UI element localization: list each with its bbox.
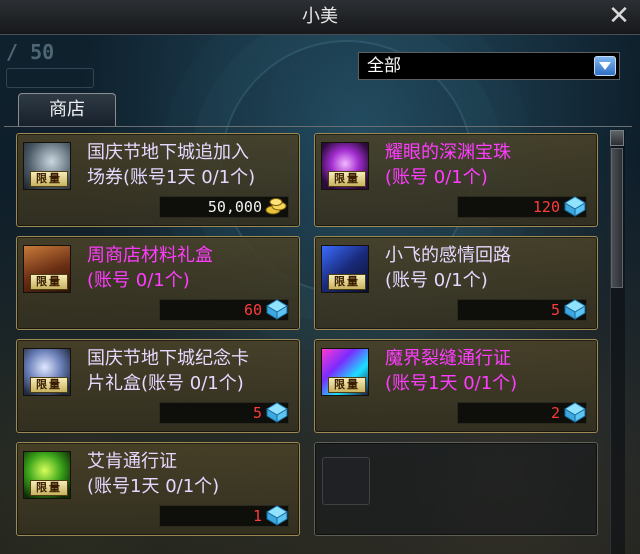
limited-badge: 限量: [30, 274, 68, 290]
green-pass-icon: 限量: [23, 451, 71, 499]
limited-badge: 限量: [30, 377, 68, 393]
limited-badge: 限量: [328, 274, 366, 290]
shop-item-card[interactable]: 限量 周商店材料礼盒 (账号 0/1个) 60: [16, 236, 300, 330]
cera-gem-icon: [564, 402, 586, 423]
title-bar: 小美 ✕: [0, 0, 640, 35]
shop-item-card[interactable]: 限量 国庆节地下城追加入 场券(账号1天 0/1个) 50,000: [16, 133, 300, 227]
item-price: 50,000: [207, 198, 262, 216]
shop-item-card[interactable]: 限量 魔界裂缝通行证 (账号1天 0/1个) 2: [314, 339, 598, 433]
tab-shop-label: 商店: [49, 99, 85, 120]
item-price: 1: [252, 507, 262, 525]
price-box: 2: [457, 402, 587, 424]
circuit-icon: 限量: [321, 245, 369, 293]
ticket-icon: 限量: [23, 142, 71, 190]
empty-slot: [322, 457, 370, 505]
shop-item-card[interactable]: 限量 小飞的感情回路 (账号 0/1个) 5: [314, 236, 598, 330]
page-indicator: / 50: [6, 40, 94, 90]
category-dropdown[interactable]: 全部: [358, 52, 620, 80]
shop-item-card[interactable]: 限量 艾肯通行证 (账号1天 0/1个) 1: [16, 442, 300, 536]
item-price: 2: [550, 404, 560, 422]
window-title: 小美: [302, 6, 338, 27]
item-name: 周商店材料礼盒 (账号 0/1个): [87, 245, 213, 291]
shop-item-card[interactable]: 限量 耀眼的深渊宝珠 (账号 0/1个) 120: [314, 133, 598, 227]
price-box: 120: [457, 196, 587, 218]
cera-gem-icon: [266, 505, 288, 526]
tab-divider: [4, 126, 632, 127]
price-box: 5: [457, 299, 587, 321]
price-box: 50,000: [159, 196, 289, 218]
item-name: 魔界裂缝通行证 (账号1天 0/1个): [385, 348, 518, 394]
dropdown-selected-value: 全部: [367, 56, 401, 76]
tab-shop[interactable]: 商店: [18, 93, 116, 127]
price-box: 5: [159, 402, 289, 424]
item-price: 5: [550, 301, 560, 319]
cera-gem-icon: [564, 196, 586, 217]
item-name: 小飞的感情回路 (账号 0/1个): [385, 245, 511, 291]
scroll-up-button[interactable]: [610, 130, 624, 146]
price-box: 60: [159, 299, 289, 321]
gold-coins-icon: [265, 198, 287, 215]
item-price: 60: [243, 301, 262, 319]
limited-badge: 限量: [328, 171, 366, 187]
close-icon[interactable]: ✕: [606, 3, 632, 30]
price-box: 1: [159, 505, 289, 527]
item-name: 耀眼的深渊宝珠 (账号 0/1个): [385, 142, 511, 188]
cera-gem-icon: [564, 299, 586, 320]
item-name: 艾肯通行证 (账号1天 0/1个): [87, 451, 220, 497]
item-price: 120: [532, 198, 560, 216]
empty-item-slot-card: [314, 442, 598, 536]
limited-badge: 限量: [30, 480, 68, 496]
shop-item-card[interactable]: 限量 国庆节地下城纪念卡 片礼盒(账号 0/1个) 5: [16, 339, 300, 433]
page-indicator-text: / 50: [6, 40, 55, 64]
scrollbar-thumb[interactable]: [611, 148, 623, 288]
cera-gem-icon: [266, 402, 288, 423]
chevron-down-icon[interactable]: [594, 56, 616, 76]
page-indicator-frame: [6, 68, 94, 88]
limited-badge: 限量: [328, 377, 366, 393]
item-price: 5: [252, 404, 262, 422]
card-box-icon: 限量: [23, 348, 71, 396]
limited-badge: 限量: [30, 171, 68, 187]
treasure-chest-icon: 限量: [23, 245, 71, 293]
rift-pass-icon: 限量: [321, 348, 369, 396]
item-name: 国庆节地下城纪念卡 片礼盒(账号 0/1个): [87, 348, 249, 394]
purple-orb-icon: 限量: [321, 142, 369, 190]
cera-gem-icon: [266, 299, 288, 320]
item-name: 国庆节地下城追加入 场券(账号1天 0/1个): [87, 142, 256, 188]
